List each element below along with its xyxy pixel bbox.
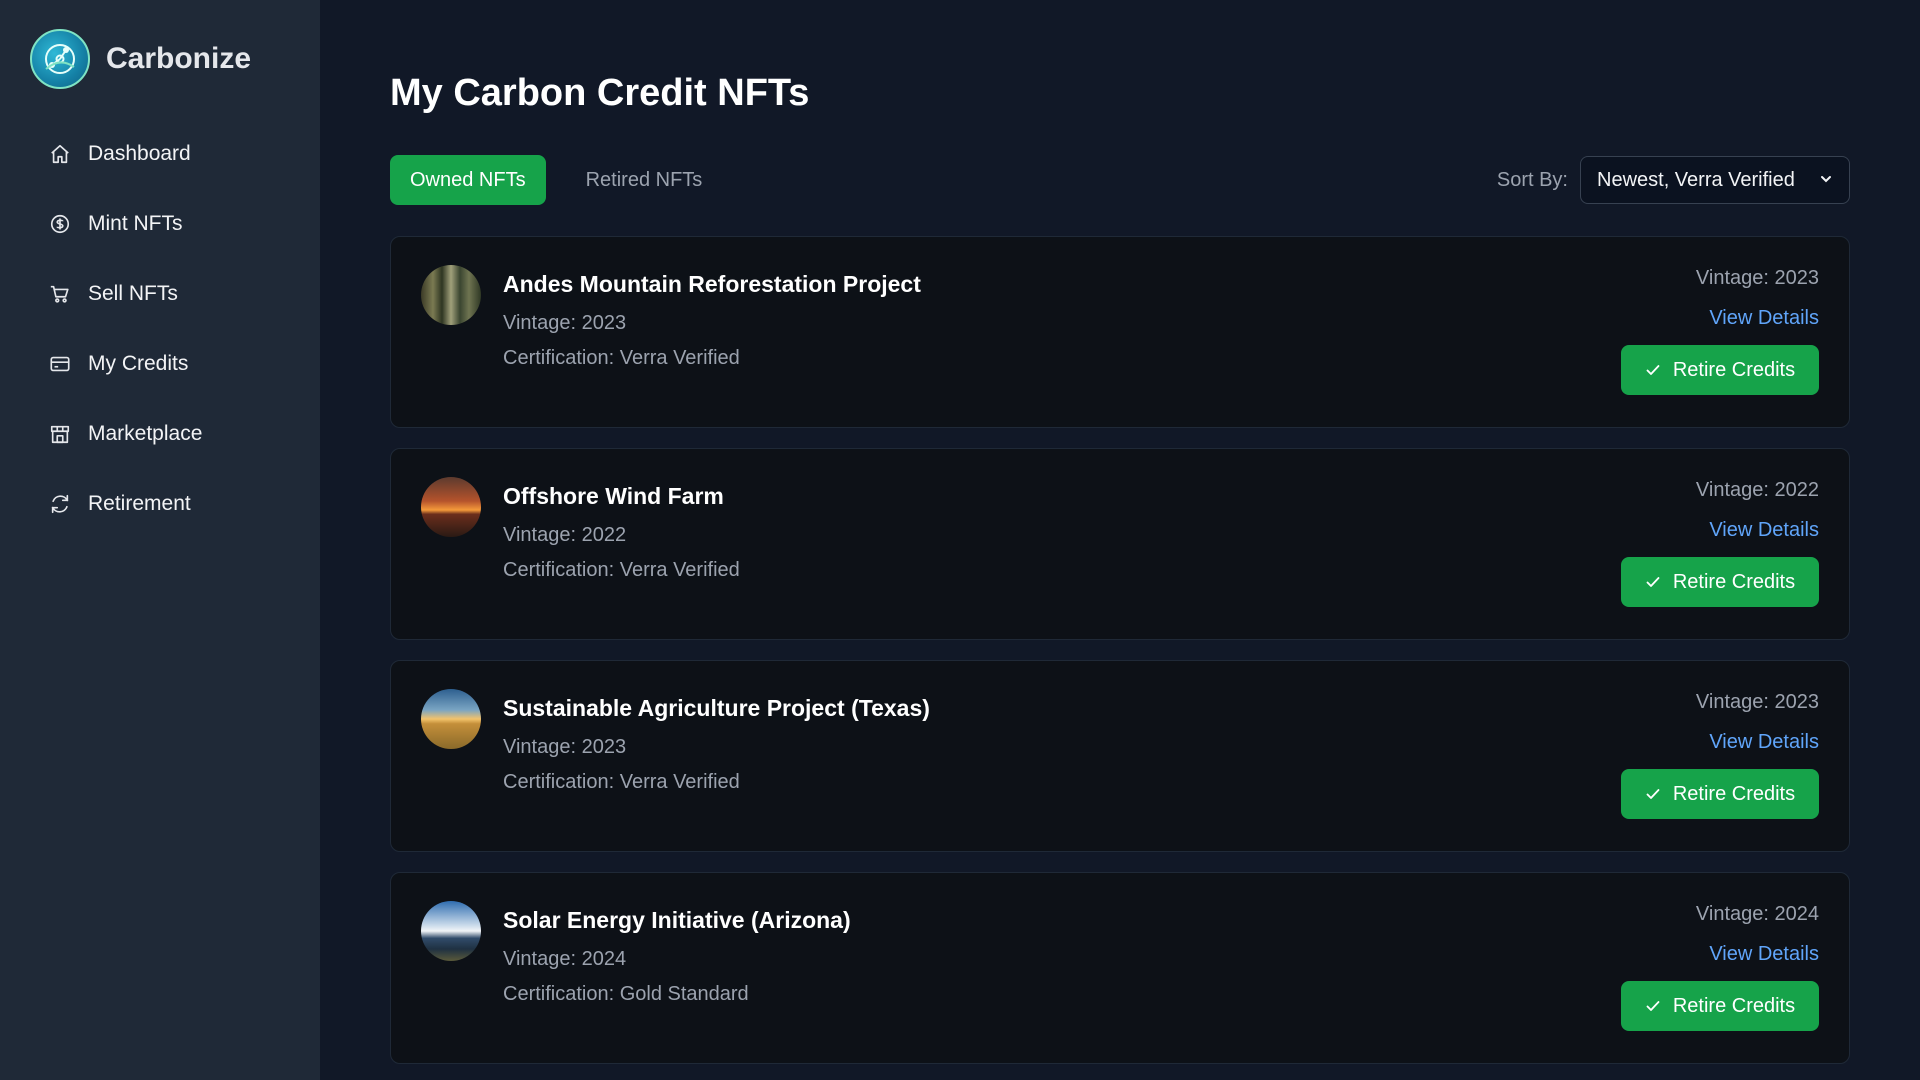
sidebar-item-my-credits[interactable]: My Credits [30,336,298,392]
forest-thumbnail [421,265,481,325]
sidebar-nav: Dashboard Mint NFTs Sell NFTs My Credits [30,126,320,532]
check-icon [1645,998,1661,1014]
sidebar-item-sell-nfts[interactable]: Sell NFTs [30,266,298,322]
nft-title: Sustainable Agriculture Project (Texas) [503,695,930,721]
sidebar-item-dashboard[interactable]: Dashboard [30,126,298,182]
sidebar-item-label: Retirement [88,492,191,515]
view-details-link[interactable]: View Details [1709,305,1819,331]
refresh-icon [48,492,72,516]
dollar-circle-icon [48,212,72,236]
nft-certification: Certification: Verra Verified [503,559,740,581]
check-icon [1645,362,1661,378]
main-content: My Carbon Credit NFTs Owned NFTs Retired… [320,0,1920,1080]
sidebar-item-retirement[interactable]: Retirement [30,476,298,532]
home-icon [48,142,72,166]
nft-vintage-badge: Vintage: 2023 [1695,267,1819,289]
carbonize-logo-icon [30,29,90,89]
nft-info: Offshore Wind Farm Vintage: 2022 Certifi… [503,477,740,639]
brand-name: Carbonize [106,42,252,75]
field-thumbnail [421,689,481,749]
sidebar-item-label: Dashboard [88,142,191,165]
nft-info: Solar Energy Initiative (Arizona) Vintag… [503,901,851,1063]
nft-certification: Certification: Gold Standard [503,983,749,1005]
brand[interactable]: Carbonize [30,28,320,90]
app-root: Carbonize Dashboard Mint NFTs Sell NFTs [0,0,1920,1080]
retire-credits-label: Retire Credits [1672,994,1796,1017]
nft-vintage: Vintage: 2024 [503,948,627,970]
nft-actions: Vintage: 2024 View Details Retire Credit… [1621,901,1819,1031]
nft-card: Offshore Wind Farm Vintage: 2022 Certifi… [390,448,1850,640]
tab-owned-nfts[interactable]: Owned NFTs [390,155,546,205]
nft-info: Sustainable Agriculture Project (Texas) … [503,689,930,851]
retire-credits-button[interactable]: Retire Credits [1621,345,1819,395]
view-details-link[interactable]: View Details [1709,941,1819,967]
sort-control: Sort By: Newest, Verra Verified [1497,156,1850,204]
nft-actions: Vintage: 2023 View Details Retire Credit… [1621,689,1819,819]
sidebar-item-label: Sell NFTs [88,282,178,305]
nft-title: Solar Energy Initiative (Arizona) [503,907,851,933]
retire-credits-label: Retire Credits [1672,358,1796,381]
sidebar-item-label: My Credits [88,352,189,375]
sort-selected-value: Newest, Verra Verified [1597,168,1795,191]
nft-title: Andes Mountain Reforestation Project [503,271,921,297]
tab-retired-nfts[interactable]: Retired NFTs [566,155,723,205]
nft-card: Andes Mountain Reforestation Project Vin… [390,236,1850,428]
retire-credits-label: Retire Credits [1672,570,1796,593]
page-title: My Carbon Credit NFTs [390,72,810,114]
view-details-link[interactable]: View Details [1709,517,1819,543]
nft-actions: Vintage: 2023 View Details Retire Credit… [1621,265,1819,395]
credit-card-icon [48,352,72,376]
nft-vintage: Vintage: 2022 [503,524,627,546]
nft-vintage: Vintage: 2023 [503,312,627,334]
nft-list: Andes Mountain Reforestation Project Vin… [390,236,1850,1064]
sort-label: Sort By: [1496,168,1568,191]
sidebar-item-mint-nfts[interactable]: Mint NFTs [30,196,298,252]
nft-card: Sustainable Agriculture Project (Texas) … [390,660,1850,852]
retire-credits-button[interactable]: Retire Credits [1621,769,1819,819]
nft-vintage: Vintage: 2023 [503,736,627,758]
sidebar-item-label: Mint NFTs [88,212,183,235]
view-details-link[interactable]: View Details [1709,729,1819,755]
nft-vintage-badge: Vintage: 2024 [1695,903,1819,925]
nft-info: Andes Mountain Reforestation Project Vin… [503,265,921,427]
check-icon [1645,786,1661,802]
sidebar: Carbonize Dashboard Mint NFTs Sell NFTs [0,0,320,1080]
chevron-down-icon [1819,169,1833,192]
store-icon [48,422,72,446]
solar-thumbnail [421,901,481,961]
nft-actions: Vintage: 2022 View Details Retire Credit… [1621,477,1819,607]
retire-credits-button[interactable]: Retire Credits [1621,981,1819,1031]
retire-credits-label: Retire Credits [1672,782,1796,805]
sidebar-item-label: Marketplace [88,422,203,445]
toolbar: Owned NFTs Retired NFTs Sort By: Newest,… [390,154,1850,206]
retire-credits-button[interactable]: Retire Credits [1621,557,1819,607]
sidebar-item-marketplace[interactable]: Marketplace [30,406,298,462]
nft-vintage-badge: Vintage: 2022 [1695,479,1819,501]
check-icon [1645,574,1661,590]
nft-certification: Certification: Verra Verified [503,771,740,793]
cart-icon [48,282,72,306]
nft-vintage-badge: Vintage: 2023 [1695,691,1819,713]
nft-certification: Certification: Verra Verified [503,347,740,369]
sunset-thumbnail [421,477,481,537]
nft-card: Solar Energy Initiative (Arizona) Vintag… [390,872,1850,1064]
nft-title: Offshore Wind Farm [503,483,724,509]
sort-select[interactable]: Newest, Verra Verified [1580,156,1850,204]
